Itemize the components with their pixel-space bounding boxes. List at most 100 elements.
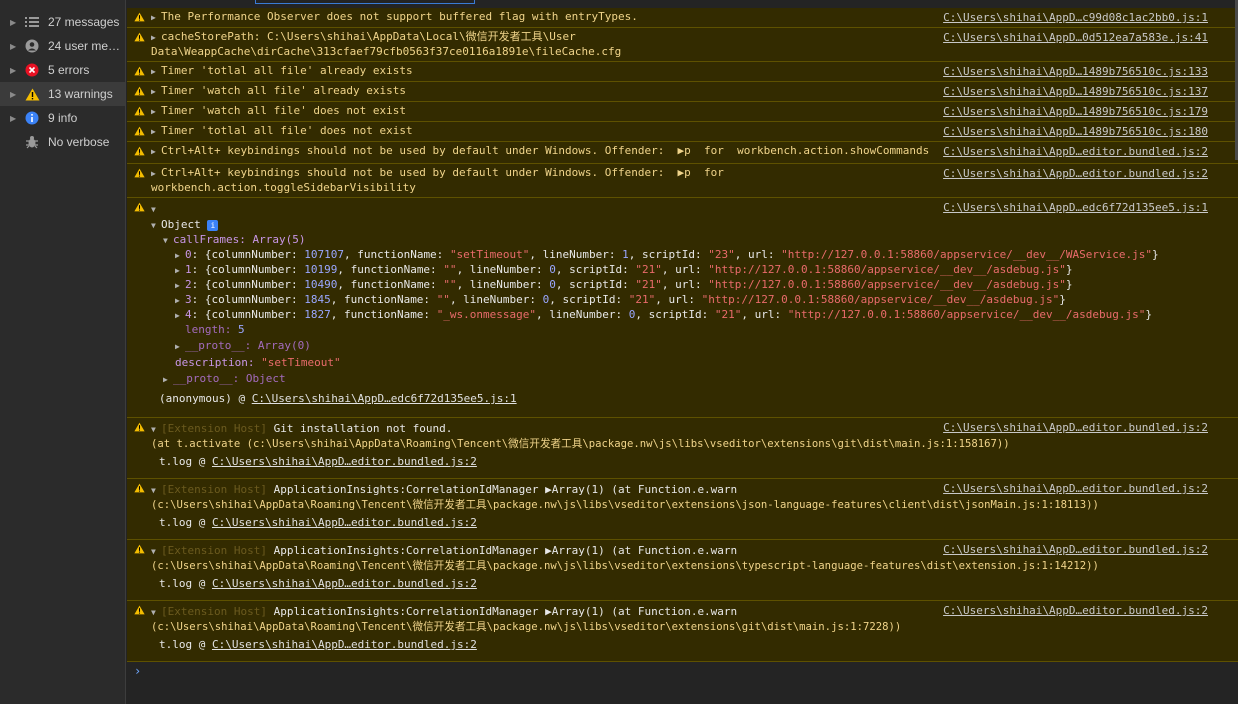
console-warning: C:\Users\shihai\AppD…editor.bundled.js:2… bbox=[127, 479, 1238, 540]
list-icon bbox=[24, 14, 40, 30]
extension-host-tag: [Extension Host] bbox=[161, 605, 267, 618]
source-link[interactable]: C:\Users\shihai\AppD…editor.bundled.js:2 bbox=[943, 421, 1208, 434]
collapse-arrow-icon[interactable]: ▼ bbox=[151, 219, 161, 233]
warning-icon bbox=[134, 544, 145, 557]
message-text: ApplicationInsights:CorrelationIdManager… bbox=[273, 605, 738, 618]
object-label: Object bbox=[161, 218, 201, 231]
expand-arrow-icon[interactable]: ▶ bbox=[151, 11, 161, 25]
sidebar-item-errors[interactable]: ▶ 5 errors bbox=[0, 58, 125, 82]
callframe-row[interactable]: ▶ 3: {columnNumber: 1845, functionName: "… bbox=[151, 293, 1238, 308]
source-link[interactable]: C:\Users\shihai\AppD…editor.bundled.js:2 bbox=[943, 604, 1208, 617]
collapse-arrow-icon[interactable]: ▼ bbox=[151, 203, 161, 217]
sidebar-item-verbose[interactable]: No verbose bbox=[0, 130, 125, 154]
trace-link[interactable]: C:\Users\shihai\AppD…editor.bundled.js:2 bbox=[212, 638, 477, 651]
console-prompt[interactable]: › bbox=[134, 664, 141, 678]
expand-arrow-icon[interactable]: ▶ bbox=[151, 65, 161, 79]
trace-link[interactable]: C:\Users\shihai\AppD…edc6f72d135ee5.js:1 bbox=[252, 392, 517, 405]
frame-script-id: "21" bbox=[635, 278, 662, 291]
trace-link[interactable]: C:\Users\shihai\AppD…editor.bundled.js:2 bbox=[212, 516, 477, 529]
trace-link[interactable]: C:\Users\shihai\AppD…editor.bundled.js:2 bbox=[212, 577, 477, 590]
expand-arrow-icon[interactable]: ▶ bbox=[175, 279, 185, 293]
frame-column: 1827 bbox=[304, 308, 331, 321]
sidebar-item-user-messages[interactable]: ▶ 24 user mes... bbox=[0, 34, 125, 58]
sidebar-item-label: No verbose bbox=[48, 135, 110, 149]
expand-arrow-icon[interactable]: ▶ bbox=[175, 264, 185, 278]
console-warning: C:\Users\shihai\AppD…editor.bundled.js:2… bbox=[127, 418, 1238, 479]
user-icon bbox=[24, 38, 40, 54]
source-link[interactable]: C:\Users\shihai\AppD…1489b756510c.js:180 bbox=[943, 125, 1208, 138]
warning-icon bbox=[134, 66, 145, 79]
frame-script-id: "21" bbox=[635, 263, 662, 276]
trace-prefix: t.log @ bbox=[159, 577, 206, 590]
expand-arrow-icon[interactable]: ▶ bbox=[175, 340, 185, 354]
console-warning: ▶ cacheStorePath: C:\Users\shihai\AppData… bbox=[127, 28, 1238, 62]
sidebar-item-info[interactable]: ▶ 9 info bbox=[0, 106, 125, 130]
bug-icon bbox=[24, 134, 40, 150]
collapse-arrow-icon[interactable]: ▼ bbox=[151, 545, 161, 559]
collapse-arrow-icon[interactable]: ▼ bbox=[163, 234, 173, 248]
source-link[interactable]: C:\Users\shihai\AppD…1489b756510c.js:179 bbox=[943, 105, 1208, 118]
expand-arrow-icon[interactable]: ▶ bbox=[151, 125, 161, 139]
frame-index: 1 bbox=[185, 263, 192, 276]
callframe-row[interactable]: ▶ 2: {columnNumber: 10490, functionName: … bbox=[151, 278, 1238, 293]
source-link[interactable]: C:\Users\shihai\AppD…editor.bundled.js:2 bbox=[943, 482, 1208, 495]
expand-arrow-icon[interactable]: ▶ bbox=[151, 85, 161, 99]
callframe-row[interactable]: ▶ 0: {columnNumber: 107107, functionName:… bbox=[151, 248, 1238, 263]
frame-column: 107107 bbox=[304, 248, 344, 261]
warning-icon bbox=[134, 146, 145, 159]
source-link[interactable]: C:\Users\shihai\AppD…edc6f72d135ee5.js:1 bbox=[943, 201, 1208, 214]
console-warning: ▶ Ctrl+Alt+ keybindings should not be use… bbox=[127, 164, 1238, 198]
source-link[interactable]: C:\Users\shihai\AppD…1489b756510c.js:133 bbox=[943, 65, 1208, 78]
frame-column: 10199 bbox=[304, 263, 338, 276]
expand-arrow-icon[interactable]: ▶ bbox=[10, 66, 24, 75]
source-link[interactable]: C:\Users\shihai\AppD…editor.bundled.js:2 bbox=[943, 543, 1208, 556]
callframes-label: callFrames: Array(5) bbox=[173, 233, 306, 246]
frame-script-id: "23" bbox=[708, 248, 735, 261]
collapse-arrow-icon[interactable]: ▼ bbox=[151, 606, 161, 620]
frame-line: 1 bbox=[622, 248, 629, 261]
warning-icon bbox=[134, 422, 145, 435]
sidebar-item-warnings[interactable]: ▶ 13 warnings bbox=[0, 82, 125, 106]
console-warning: C:\Users\shihai\AppD…editor.bundled.js:2… bbox=[127, 540, 1238, 601]
warning-icon bbox=[134, 86, 145, 99]
warning-icon bbox=[24, 86, 40, 102]
expand-arrow-icon[interactable]: ▶ bbox=[151, 145, 161, 159]
sidebar-item-messages[interactable]: ▶ 27 messages bbox=[0, 10, 125, 34]
extension-host-tag: [Extension Host] bbox=[161, 483, 267, 496]
frame-function: "_ws.onmessage" bbox=[436, 308, 537, 321]
expand-arrow-icon[interactable]: ▶ bbox=[151, 167, 161, 181]
frame-index: 0 bbox=[185, 248, 192, 261]
message-stack: (at t.activate (c:\Users\shihai\AppData\… bbox=[151, 438, 1010, 450]
expand-arrow-icon[interactable]: ▶ bbox=[10, 90, 24, 99]
source-link[interactable]: C:\Users\shihai\AppD…editor.bundled.js:2 bbox=[943, 145, 1208, 158]
source-link[interactable]: C:\Users\shihai\AppD…0d512ea7a583e.js:41 bbox=[943, 31, 1208, 44]
expand-arrow-icon[interactable]: ▶ bbox=[151, 105, 161, 119]
callframe-row[interactable]: ▶ 4: {columnNumber: 1827, functionName: "… bbox=[151, 308, 1238, 323]
expand-arrow-icon[interactable]: ▶ bbox=[175, 309, 185, 323]
message-stack: (c:\Users\shihai\AppData\Roaming\Tencent… bbox=[151, 560, 1099, 572]
expand-arrow-icon[interactable]: ▶ bbox=[175, 249, 185, 263]
frame-url: "http://127.0.0.1:58860/appservice/__dev… bbox=[781, 248, 1152, 261]
frame-index: 3 bbox=[185, 293, 192, 306]
message-text: ApplicationInsights:CorrelationIdManager… bbox=[273, 544, 738, 557]
message-text: Timer 'watch all file' does not exist bbox=[161, 104, 407, 117]
warning-icon bbox=[134, 202, 145, 215]
source-link[interactable]: C:\Users\shihai\AppD…1489b756510c.js:137 bbox=[943, 85, 1208, 98]
expand-arrow-icon[interactable]: ▶ bbox=[10, 18, 24, 27]
expand-arrow-icon[interactable]: ▶ bbox=[10, 42, 24, 51]
frame-url: "http://127.0.0.1:58860/appservice/__dev… bbox=[787, 308, 1146, 321]
console-warning: C:\Users\shihai\AppD…editor.bundled.js:2… bbox=[127, 601, 1238, 662]
trace-link[interactable]: C:\Users\shihai\AppD…editor.bundled.js:2 bbox=[212, 455, 477, 468]
expand-arrow-icon[interactable]: ▶ bbox=[163, 373, 173, 387]
source-link[interactable]: C:\Users\shihai\AppD…c99d08c1ac2bb0.js:1 bbox=[943, 11, 1208, 24]
callframe-row[interactable]: ▶ 1: {columnNumber: 10199, functionName: … bbox=[151, 263, 1238, 278]
expand-arrow-icon[interactable]: ▶ bbox=[175, 294, 185, 308]
source-link[interactable]: C:\Users\shihai\AppD…editor.bundled.js:2 bbox=[943, 167, 1208, 180]
frame-url: "http://127.0.0.1:58860/appservice/__dev… bbox=[708, 278, 1066, 291]
filter-input[interactable] bbox=[255, 0, 475, 4]
info-badge-icon[interactable]: i bbox=[207, 220, 219, 231]
expand-arrow-icon[interactable]: ▶ bbox=[10, 114, 24, 123]
expand-arrow-icon[interactable]: ▶ bbox=[151, 31, 161, 45]
collapse-arrow-icon[interactable]: ▼ bbox=[151, 423, 161, 437]
collapse-arrow-icon[interactable]: ▼ bbox=[151, 484, 161, 498]
